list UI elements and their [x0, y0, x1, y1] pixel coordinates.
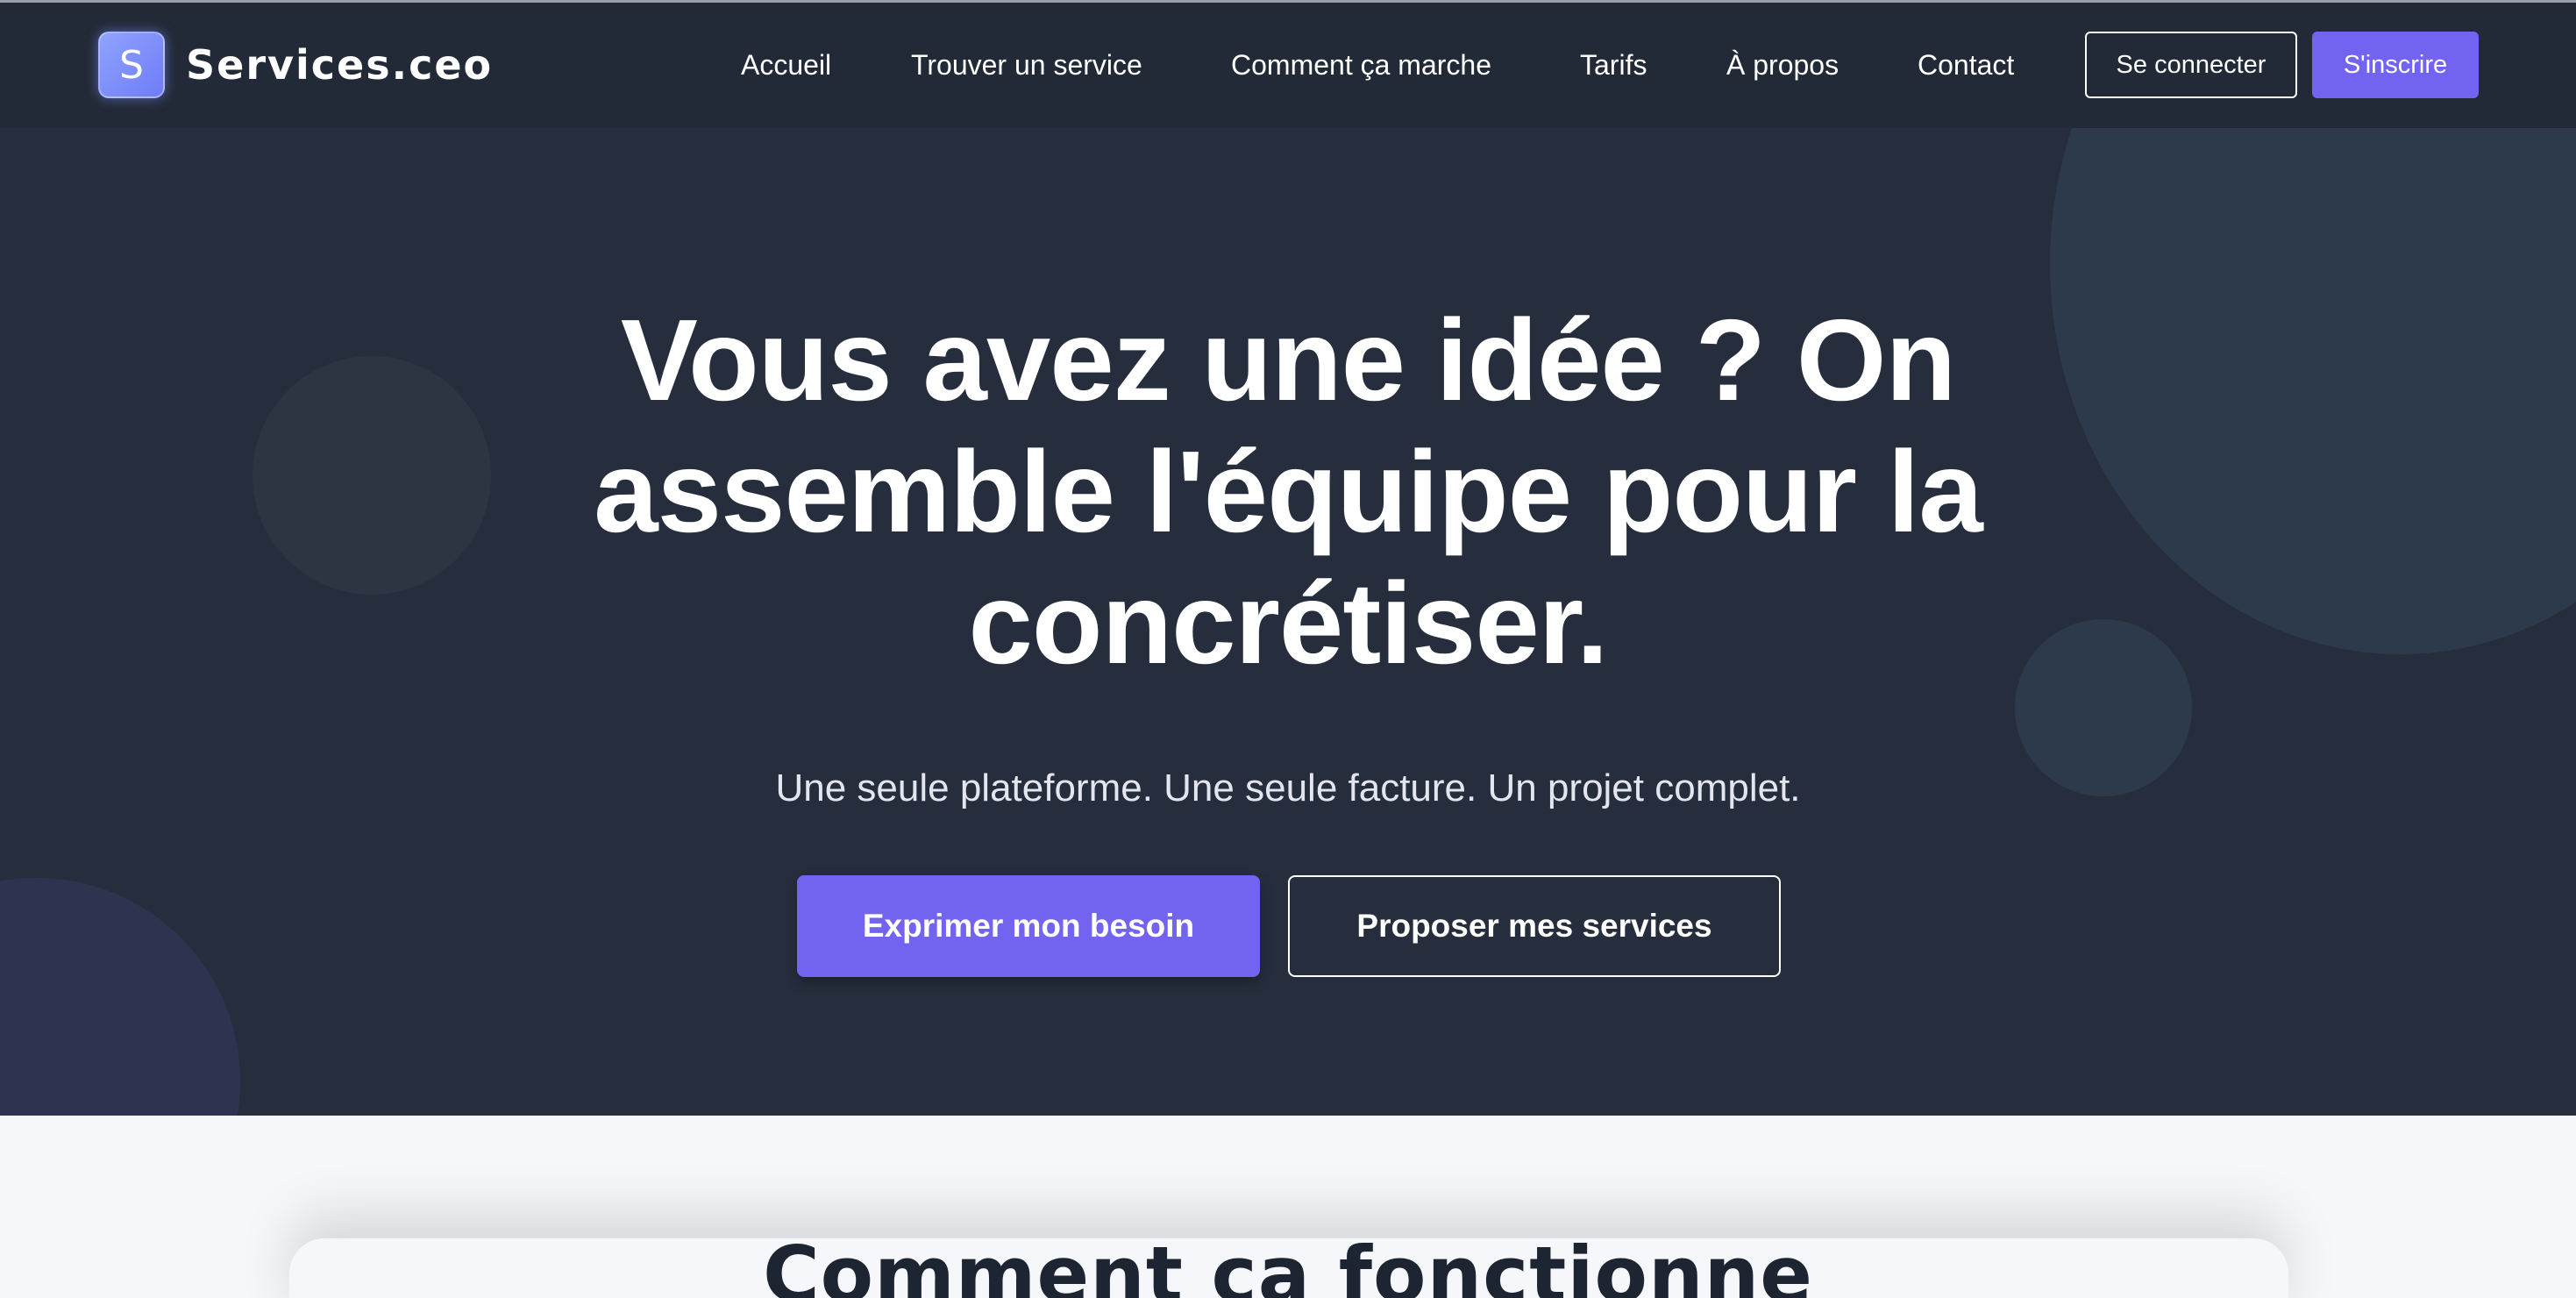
how-it-works-title: Comment ça fonctionne: [763, 1230, 1813, 1298]
decorative-circle-large: [2050, 128, 2576, 654]
brand-name[interactable]: Services.ceo: [186, 39, 493, 91]
signup-button[interactable]: S'inscrire: [2312, 32, 2479, 98]
hero-title: Vous avez une idée ? On assemble l'équip…: [499, 295, 2077, 689]
nav-link-trouver-un-service[interactable]: Trouver un service: [911, 42, 1142, 88]
how-it-works-section: Comment ça fonctionne: [0, 1116, 2576, 1298]
nav-link-accueil[interactable]: Accueil: [741, 42, 831, 88]
hero-title-line-3: concrétiser.: [968, 559, 1608, 688]
hero-subtitle: Une seule plateforme. Une seule facture.…: [775, 767, 1801, 809]
offer-services-button[interactable]: Proposer mes services: [1288, 875, 1781, 977]
logo-icon[interactable]: S: [98, 32, 165, 98]
decorative-circle-left: [253, 356, 491, 595]
login-button[interactable]: Se connecter: [2085, 32, 2297, 98]
nav-link-tarifs[interactable]: Tarifs: [1580, 42, 1647, 88]
nav-link-a-propos[interactable]: À propos: [1726, 42, 1839, 88]
nav-link-comment-ca-marche[interactable]: Comment ça marche: [1231, 42, 1491, 88]
hero-title-line-2: assemble l'équipe pour la: [594, 427, 1983, 556]
express-need-button[interactable]: Exprimer mon besoin: [797, 875, 1260, 977]
navbar: S Services.ceo Accueil Trouver un servic…: [0, 0, 2576, 128]
window-top-border: [0, 0, 2576, 3]
nav-link-contact[interactable]: Contact: [1918, 42, 2014, 88]
decorative-circle-bottom-left: [0, 878, 240, 1116]
hero-section: Vous avez une idée ? On assemble l'équip…: [0, 128, 2576, 1116]
hero-title-line-1: Vous avez une idée ? On: [620, 296, 1956, 424]
